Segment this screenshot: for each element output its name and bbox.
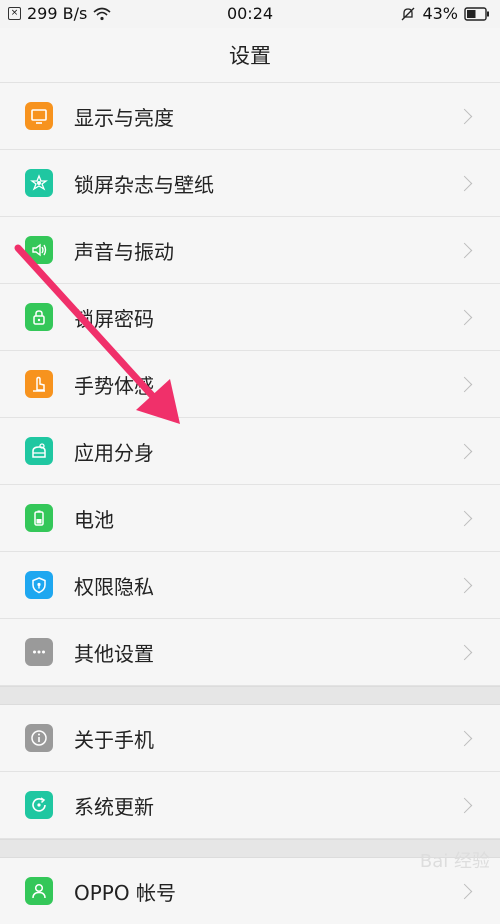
chevron-right-icon <box>456 577 473 593</box>
chevron-right-icon <box>456 510 473 526</box>
settings-item-label: 锁屏密码 <box>74 306 154 331</box>
settings-item-label: 应用分身 <box>74 440 154 465</box>
chevron-right-icon <box>456 309 473 325</box>
settings-item-system-update[interactable]: 系统更新 <box>0 772 500 839</box>
settings-item-lockscreen-password[interactable]: 锁屏密码 <box>0 284 500 351</box>
chevron-right-icon <box>456 883 473 899</box>
settings-item-label: 电池 <box>74 507 114 532</box>
chevron-right-icon <box>456 644 473 660</box>
shield-icon <box>25 571 53 599</box>
settings-item-sound-vibration[interactable]: 声音与振动 <box>0 217 500 284</box>
settings-item-display-brightness[interactable]: 显示与亮度 <box>0 83 500 150</box>
battery-status-icon <box>464 6 489 21</box>
section-divider <box>0 686 500 705</box>
clone-icon <box>25 437 53 465</box>
settings-item-label: 关于手机 <box>74 727 154 752</box>
settings-item-label: OPPO 帐号 <box>74 880 176 905</box>
chevron-right-icon <box>456 242 473 258</box>
settings-item-label: 声音与振动 <box>74 239 174 264</box>
status-right: 43% <box>400 4 490 23</box>
settings-item-label: 手势体感 <box>74 373 154 398</box>
lock-icon <box>25 303 53 331</box>
settings-item-other-settings[interactable]: 其他设置 <box>0 619 500 686</box>
settings-list: 显示与亮度 锁屏杂志与壁纸 声音与振动 锁屏密码 手势体感 应用分身 电池 权限… <box>0 83 500 924</box>
settings-item-app-clone[interactable]: 应用分身 <box>0 418 500 485</box>
watermark: Bai 经验 <box>419 851 490 872</box>
speaker-icon <box>25 236 53 264</box>
chevron-right-icon <box>456 797 473 813</box>
settings-item-label: 权限隐私 <box>74 574 154 599</box>
status-bar: × 299 B/s 00:24 43% <box>0 0 500 28</box>
update-icon <box>25 791 53 819</box>
flower-icon <box>25 169 53 197</box>
chevron-right-icon <box>456 108 473 124</box>
battery-percent: 43% <box>422 4 458 23</box>
more-icon <box>25 638 53 666</box>
settings-item-label: 锁屏杂志与壁纸 <box>74 172 214 197</box>
settings-item-lockscreen-wallpaper[interactable]: 锁屏杂志与壁纸 <box>0 150 500 217</box>
settings-item-label: 其他设置 <box>74 641 154 666</box>
chevron-right-icon <box>456 730 473 746</box>
display-icon <box>25 102 53 130</box>
settings-item-permissions-privacy[interactable]: 权限隐私 <box>0 552 500 619</box>
chevron-right-icon <box>456 175 473 191</box>
settings-item-gesture-motion[interactable]: 手势体感 <box>0 351 500 418</box>
settings-item-label: 系统更新 <box>74 794 154 819</box>
chevron-right-icon <box>456 376 473 392</box>
settings-item-about-phone[interactable]: 关于手机 <box>0 705 500 772</box>
battery-icon <box>25 504 53 532</box>
page-title: 设置 <box>0 28 500 83</box>
settings-item-label: 显示与亮度 <box>74 105 174 130</box>
user-icon <box>25 877 53 905</box>
bell-off-icon <box>401 7 415 20</box>
settings-item-battery[interactable]: 电池 <box>0 485 500 552</box>
gesture-icon <box>25 370 53 398</box>
info-icon <box>25 724 53 752</box>
chevron-right-icon <box>456 443 473 459</box>
